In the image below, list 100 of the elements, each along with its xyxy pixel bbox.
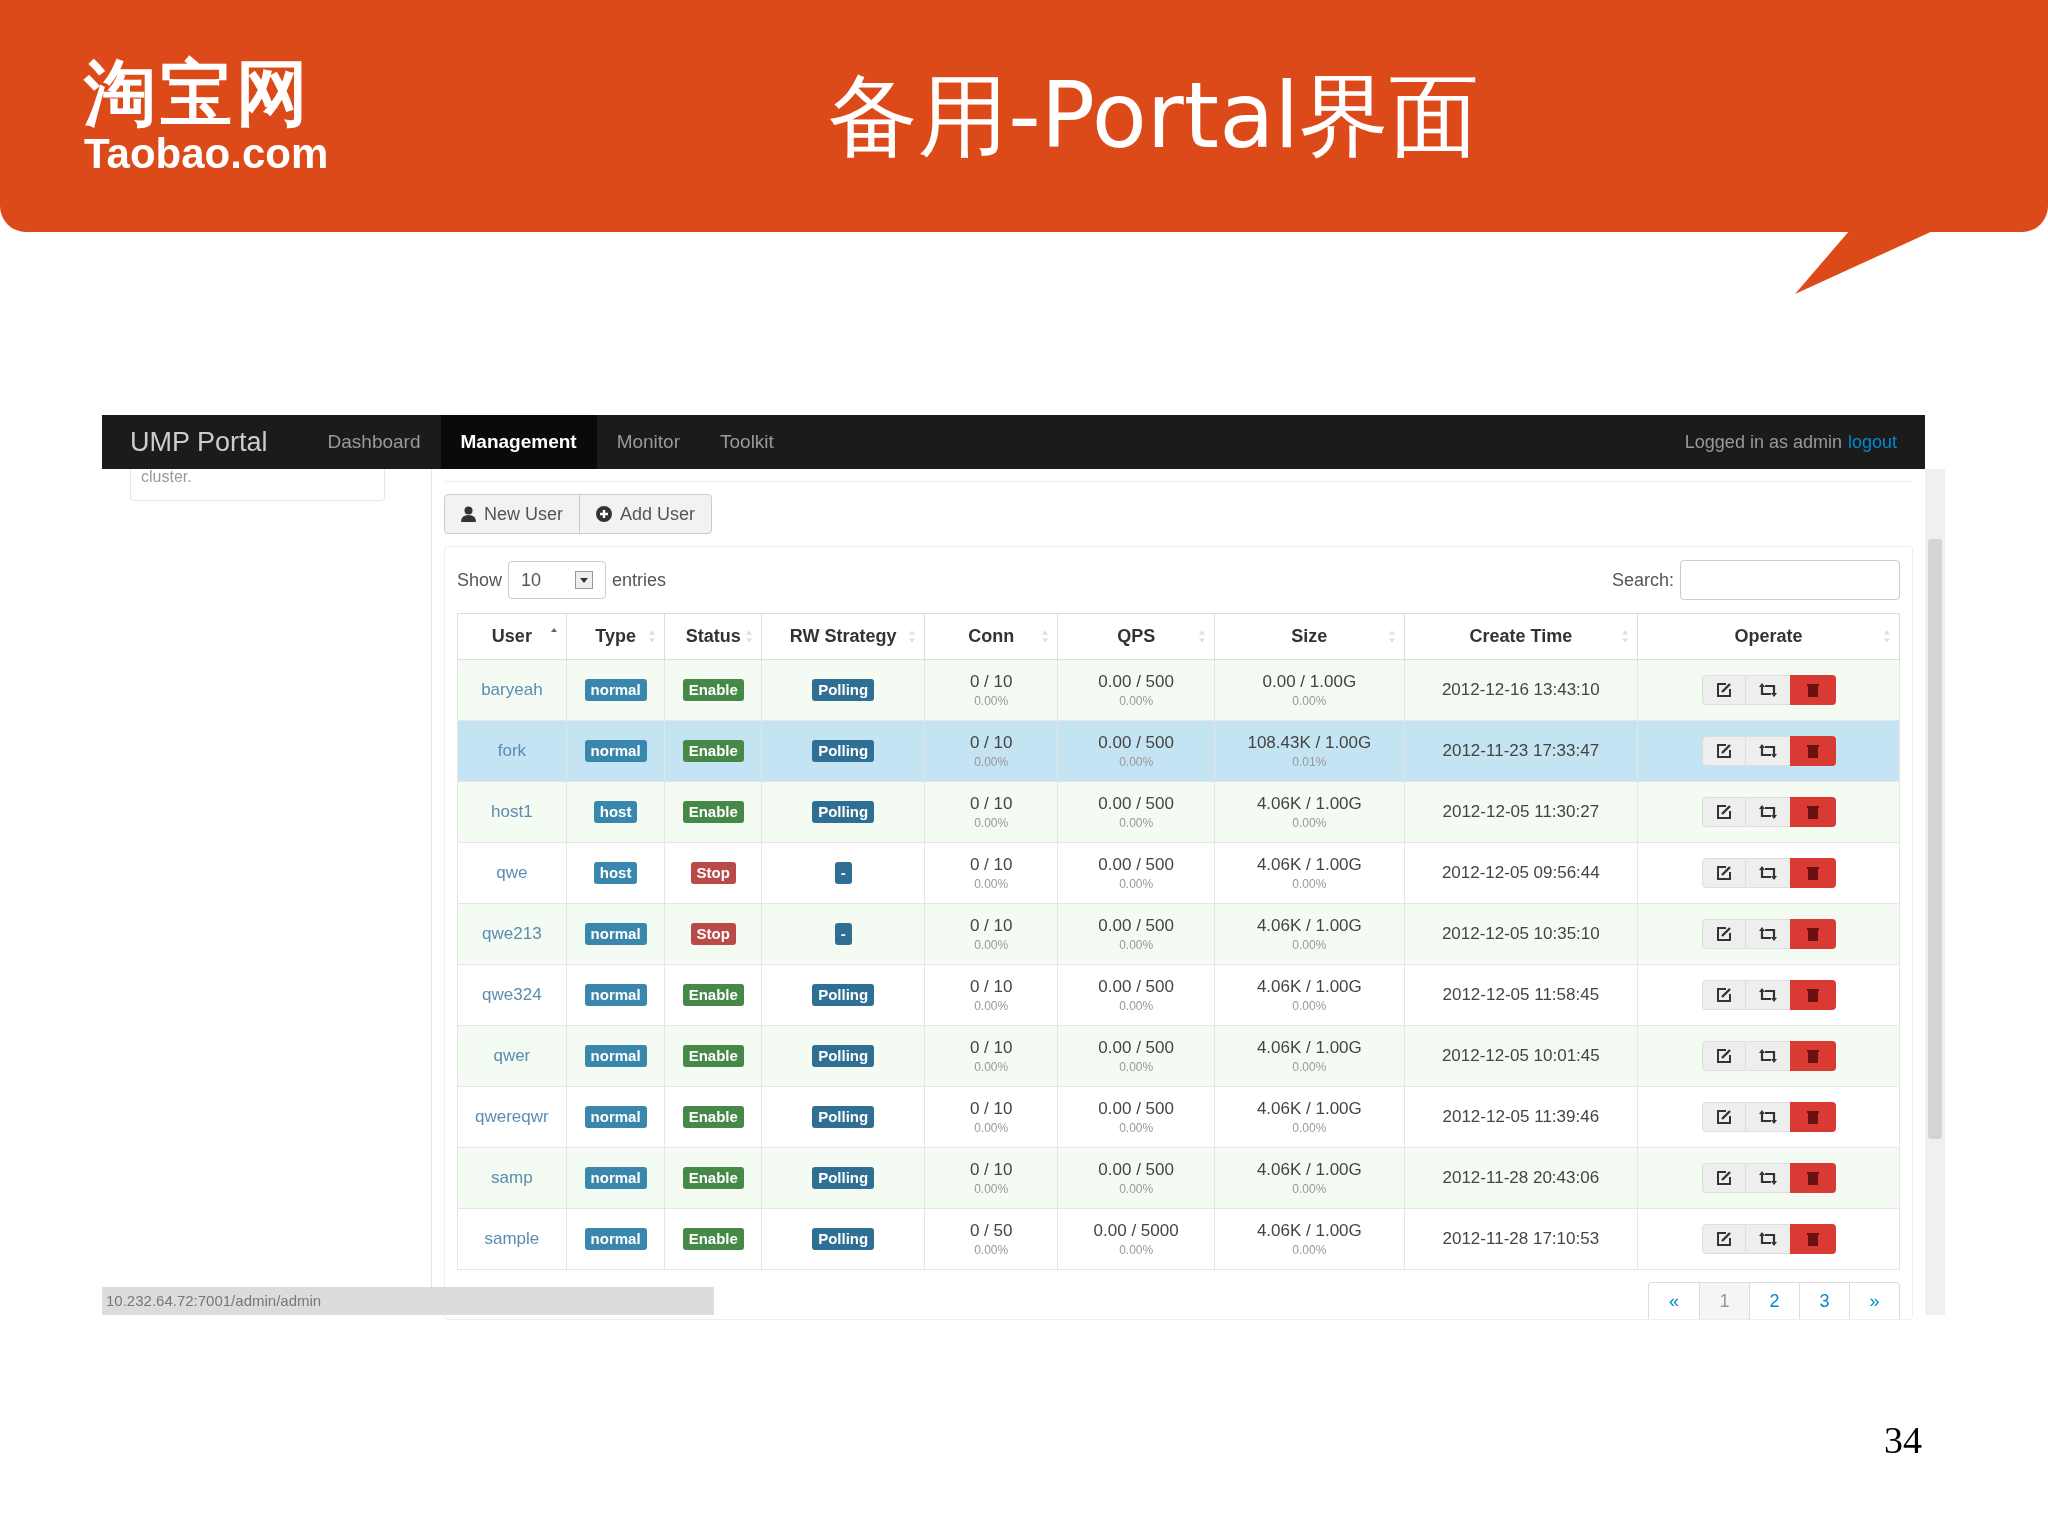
column-header[interactable]: Type: [566, 613, 665, 660]
delete-button[interactable]: [1789, 797, 1836, 827]
retweet-button[interactable]: [1745, 1102, 1790, 1132]
column-header[interactable]: User: [457, 613, 567, 660]
type-label: normal: [584, 1228, 647, 1250]
user-link[interactable]: sample: [484, 1229, 540, 1249]
edit-button[interactable]: [1701, 797, 1746, 827]
scrollbar[interactable]: [1925, 469, 1945, 1315]
edit-button[interactable]: [1701, 980, 1746, 1010]
nav-tab[interactable]: Dashboard: [307, 415, 441, 469]
table-row[interactable]: samp normal Enable Polling 0 / 10 0.00% 0.00 / 500 0.00% 4.06K / 1.00G 0.00% 2012-11-28 20:43:06: [457, 1147, 1900, 1209]
retweet-button[interactable]: [1745, 919, 1790, 949]
edit-button[interactable]: [1701, 736, 1746, 766]
edit-button[interactable]: [1701, 1224, 1746, 1254]
nav-tab[interactable]: Management: [440, 415, 597, 469]
status-label: Enable: [682, 1167, 744, 1189]
usage-percent: 0.00%: [1291, 937, 1328, 953]
retweet-button[interactable]: [1745, 1041, 1790, 1071]
page-link[interactable]: 2: [1749, 1283, 1799, 1319]
search-field[interactable]: [1680, 560, 1900, 600]
usage-percent: 0.00%: [973, 693, 1010, 709]
logout-link[interactable]: logout: [1847, 428, 1897, 456]
type-label: normal: [584, 984, 647, 1006]
usage-value: 4.06K / 1.00G: [1255, 1220, 1363, 1242]
usage-percent: 0.00%: [1118, 693, 1155, 709]
edit-button[interactable]: [1701, 919, 1746, 949]
delete-button[interactable]: [1789, 919, 1836, 949]
column-header[interactable]: Size: [1214, 613, 1404, 660]
column-header[interactable]: Status: [664, 613, 762, 660]
retweet-button[interactable]: [1745, 675, 1790, 705]
retweet-button[interactable]: [1745, 797, 1790, 827]
sort-icon: [1198, 630, 1207, 643]
delete-button[interactable]: [1789, 1102, 1836, 1132]
delete-button[interactable]: [1789, 858, 1836, 888]
user-link[interactable]: qwe: [496, 863, 528, 883]
retweet-icon: [1758, 1049, 1777, 1063]
column-header[interactable]: Create Time: [1404, 613, 1638, 660]
trash-icon: [1806, 988, 1819, 1002]
table-row[interactable]: qwereqwr normal Enable Polling 0 / 10 0.00% 0.00 / 500 0.00% 4.06K / 1.00G 0.00% 2012-12-05 11:39:46: [457, 1086, 1900, 1148]
column-header[interactable]: Conn: [924, 613, 1058, 660]
usage-value: 0 / 50: [968, 1220, 1014, 1242]
edit-button[interactable]: [1701, 858, 1746, 888]
usage-percent: 0.00%: [973, 876, 1010, 892]
strategy-label: Polling: [812, 984, 875, 1006]
page-size-select[interactable]: 10: [508, 561, 607, 599]
usage-value: 0 / 10: [968, 1098, 1014, 1120]
table-row[interactable]: fork normal Enable Polling 0 / 10 0.00% 0.00 / 500 0.00% 108.43K / 1.00G 0.01% 2012-11-23 17:33:47: [457, 720, 1900, 782]
type-label: host: [593, 862, 638, 884]
user-link[interactable]: qwe324: [482, 985, 542, 1005]
column-header[interactable]: RW Strategy: [761, 613, 925, 660]
show-label: Show: [457, 568, 503, 592]
delete-button[interactable]: [1789, 675, 1836, 705]
table-row[interactable]: qwe host Stop - 0 / 10 0.00% 0.00 / 500 0.00% 4.06K / 1.00G 0.00% 2012-12-05 09:56:44: [457, 842, 1900, 904]
table-row[interactable]: qwe213 normal Stop - 0 / 10 0.00% 0.00 / 500 0.00% 4.06K / 1.00G 0.00% 2012-12-05 10:35:10: [457, 903, 1900, 965]
retweet-button[interactable]: [1745, 980, 1790, 1010]
table-row[interactable]: baryeah normal Enable Polling 0 / 10 0.00% 0.00 / 500 0.00% 0.00 / 1.00G 0.00% 2012-12-16 13:43:10: [457, 659, 1900, 721]
retweet-icon: [1758, 805, 1777, 819]
user-link[interactable]: samp: [491, 1168, 533, 1188]
new-user-button[interactable]: New User: [445, 495, 579, 533]
brand[interactable]: UMP Portal: [130, 421, 268, 463]
scrollbar-thumb[interactable]: [1928, 539, 1942, 1139]
status-label: Enable: [682, 984, 744, 1006]
user-link[interactable]: baryeah: [481, 680, 543, 700]
retweet-button[interactable]: [1745, 1163, 1790, 1193]
nav-tab[interactable]: Toolkit: [700, 415, 794, 469]
retweet-icon: [1758, 1171, 1777, 1185]
column-header[interactable]: Operate: [1637, 613, 1900, 660]
type-label: normal: [584, 923, 647, 945]
delete-button[interactable]: [1789, 1224, 1836, 1254]
page-link[interactable]: »: [1849, 1283, 1899, 1319]
table-row[interactable]: sample normal Enable Polling 0 / 50 0.00% 0.00 / 5000 0.00% 4.06K / 1.00G 0.00% 2012-11-28 17:10:53: [457, 1208, 1900, 1270]
delete-button[interactable]: [1789, 1041, 1836, 1071]
nav-tab[interactable]: Monitor: [596, 415, 700, 469]
delete-button[interactable]: [1789, 980, 1836, 1010]
usage-value: 0.00 / 500: [1097, 671, 1175, 693]
delete-button[interactable]: [1789, 1163, 1836, 1193]
usage-value: 0 / 10: [968, 793, 1014, 815]
column-header[interactable]: QPS: [1057, 613, 1215, 660]
edit-button[interactable]: [1701, 1041, 1746, 1071]
table-row[interactable]: host1 host Enable Polling 0 / 10 0.00% 0.00 / 500 0.00% 4.06K / 1.00G 0.00% 2012-12-05 11:30:27: [457, 781, 1900, 843]
page-link[interactable]: «: [1649, 1283, 1699, 1319]
edit-button[interactable]: [1701, 1163, 1746, 1193]
add-user-button[interactable]: Add User: [579, 495, 712, 533]
create-time: 2012-11-23 17:33:47: [1442, 741, 1600, 761]
table-row[interactable]: qwer normal Enable Polling 0 / 10 0.00% 0.00 / 500 0.00% 4.06K / 1.00G 0.00% 2012-12-05 10:01:45: [457, 1025, 1900, 1087]
type-label: host: [593, 801, 638, 823]
retweet-button[interactable]: [1745, 1224, 1790, 1254]
table-row[interactable]: qwe324 normal Enable Polling 0 / 10 0.00% 0.00 / 500 0.00% 4.06K / 1.00G 0.00% 2012-12-05 11:58:45: [457, 964, 1900, 1026]
edit-button[interactable]: [1701, 1102, 1746, 1132]
usage-percent: 0.00%: [973, 1181, 1010, 1197]
sort-ascending-icon: [549, 628, 558, 633]
usage-percent: 0.00%: [1291, 876, 1328, 892]
edit-button[interactable]: [1701, 675, 1746, 705]
page-link[interactable]: 3: [1799, 1283, 1849, 1319]
strategy-label: -: [834, 923, 852, 945]
delete-button[interactable]: [1789, 736, 1836, 766]
status-label: Enable: [682, 679, 744, 701]
retweet-button[interactable]: [1745, 736, 1790, 766]
retweet-button[interactable]: [1745, 858, 1790, 888]
sort-icon: [908, 630, 917, 643]
